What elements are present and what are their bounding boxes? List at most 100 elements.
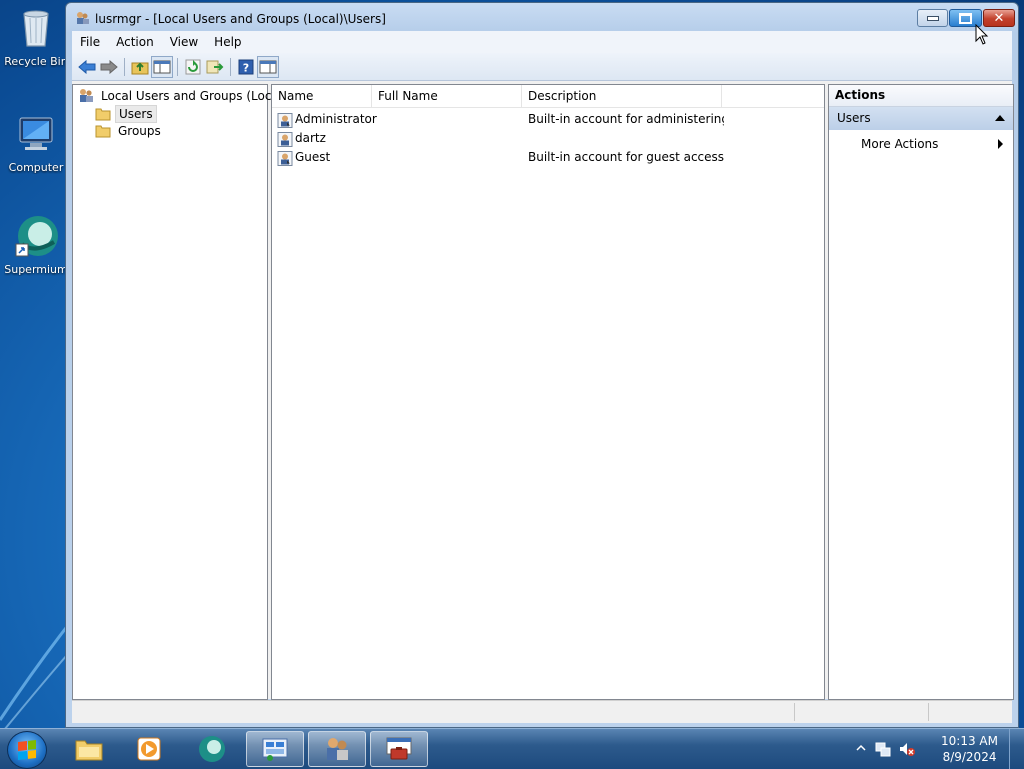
lusrmgr-window: lusrmgr - [Local Users and Groups (Local… (65, 2, 1019, 728)
refresh-icon (185, 59, 201, 74)
desktop-icon-label: Recycle Bin (4, 55, 68, 68)
users-groups-icon (327, 738, 348, 760)
submenu-arrow-icon (998, 139, 1003, 149)
cell-name: dartz (295, 131, 326, 145)
column-header-description[interactable]: Description (522, 85, 722, 107)
volume-muted-icon[interactable] (898, 740, 916, 758)
supermium-icon (199, 736, 225, 762)
actions-title: Actions (829, 85, 1013, 107)
user-icon (277, 132, 293, 147)
column-header-full-name[interactable]: Full Name (372, 85, 522, 107)
folder-icon (75, 740, 103, 761)
title-bar[interactable]: lusrmgr - [Local Users and Groups (Local… (66, 3, 1018, 31)
window-title: lusrmgr - [Local Users and Groups (Local… (95, 12, 386, 26)
taskbar-supermium[interactable] (183, 731, 241, 767)
forward-button[interactable] (98, 56, 120, 78)
table-row[interactable]: dartz (272, 129, 824, 148)
back-arrow-icon (78, 59, 96, 74)
users-groups-icon (80, 89, 93, 102)
desktop-icon-recycle-bin[interactable]: Recycle Bin (4, 6, 68, 68)
status-bar-divider (928, 703, 929, 721)
users-list-pane: Name Full Name Description Administrator… (271, 84, 825, 700)
svg-text:?: ? (243, 61, 249, 74)
tree-root-label: Local Users and Groups (Local) (101, 89, 287, 103)
desktop-icon-label: Supermium (4, 263, 68, 276)
tree-item-users[interactable]: Users (95, 105, 157, 123)
recycle-bin-icon (23, 10, 49, 47)
refresh-button[interactable] (182, 56, 204, 78)
back-button[interactable] (76, 56, 98, 78)
console-tree-icon (153, 60, 171, 73)
actions-pane: Actions Users More Actions (828, 84, 1014, 700)
taskbar-clock[interactable]: 10:13 AM 8/9/2024 (941, 733, 998, 765)
cell-description: Built-in account for guest access t... (528, 150, 724, 164)
user-icon (277, 151, 293, 166)
minimize-icon (926, 15, 939, 21)
help-icon: ? (238, 59, 254, 74)
minimize-button[interactable] (917, 9, 948, 27)
console-tree-pane: Local Users and Groups (Local) Users Gro… (72, 84, 287, 700)
up-one-level-button[interactable] (129, 56, 151, 78)
menu-bar: File Action View Help (72, 31, 1012, 53)
toolbar: ? (72, 53, 1012, 81)
close-icon: ✕ (993, 10, 1005, 26)
actions-section-users[interactable]: Users (829, 107, 1013, 130)
table-row[interactable]: Administrator Built-in account for admin… (272, 110, 824, 129)
windows-logo-icon (18, 740, 36, 760)
clock-time: 10:13 AM (941, 734, 998, 748)
tree-root-item[interactable]: Local Users and Groups (Local) (78, 88, 290, 104)
show-hidden-icons-chevron-icon[interactable] (856, 743, 866, 753)
more-actions-label: More Actions (861, 137, 939, 151)
folder-up-icon (131, 62, 149, 74)
cell-name: Administrator (295, 112, 377, 126)
toolbar-separator (230, 57, 231, 76)
forward-arrow-icon (100, 59, 118, 74)
table-row[interactable]: Guest Built-in account for guest access … (272, 148, 824, 167)
desktop-icon-label: Computer (8, 161, 64, 174)
collapse-arrow-icon (995, 115, 1005, 121)
taskbar-explorer[interactable] (60, 731, 118, 767)
list-column-header: Name Full Name Description (272, 85, 824, 108)
toolbar-separator (124, 57, 125, 76)
supermium-icon (15, 216, 58, 257)
taskbar-server-manager[interactable] (246, 731, 304, 767)
menu-file[interactable]: File (72, 31, 108, 53)
actions-section-label: Users (837, 111, 871, 125)
tree-item-label: Users (115, 105, 157, 123)
taskbar-media-player[interactable] (120, 731, 178, 767)
computer-icon (19, 117, 53, 150)
export-list-button[interactable] (204, 56, 226, 78)
desktop-icon-computer[interactable]: Computer (4, 112, 68, 174)
network-icon[interactable] (874, 740, 892, 758)
desktop-icon-supermium[interactable]: Supermium (4, 214, 68, 276)
users-groups-app-icon (77, 12, 89, 24)
cell-name: Guest (295, 150, 331, 164)
tree-item-groups[interactable]: Groups (95, 123, 164, 139)
help-button[interactable]: ? (235, 56, 257, 78)
content-area: Local Users and Groups (Local) Users Gro… (72, 81, 1014, 700)
start-button[interactable] (7, 731, 47, 769)
user-icon (277, 113, 293, 128)
more-actions-item[interactable]: More Actions (861, 135, 1005, 153)
export-list-icon (206, 60, 224, 73)
status-bar-divider (794, 703, 795, 721)
restore-icon (959, 12, 972, 24)
system-tray: 10:13 AM 8/9/2024 (854, 729, 1024, 769)
taskbar-lusrmgr[interactable] (308, 731, 366, 767)
show-hide-action-pane-button[interactable] (257, 55, 279, 78)
status-bar (72, 700, 1012, 723)
menu-action[interactable]: Action (108, 31, 162, 53)
cell-description: Built-in account for administering... (528, 112, 724, 126)
menu-help[interactable]: Help (206, 31, 249, 53)
menu-view[interactable]: View (162, 31, 206, 53)
column-header-name[interactable]: Name (272, 85, 372, 107)
server-manager-icon (262, 738, 288, 761)
computer-management-icon (386, 737, 412, 760)
taskbar-computer-management[interactable] (370, 731, 428, 767)
show-desktop-button[interactable] (1009, 729, 1024, 769)
show-hide-console-tree-button[interactable] (151, 55, 173, 78)
folder-icon (95, 125, 111, 138)
cell-description (528, 129, 724, 148)
folder-icon (95, 108, 111, 121)
clock-date: 8/9/2024 (942, 750, 997, 764)
